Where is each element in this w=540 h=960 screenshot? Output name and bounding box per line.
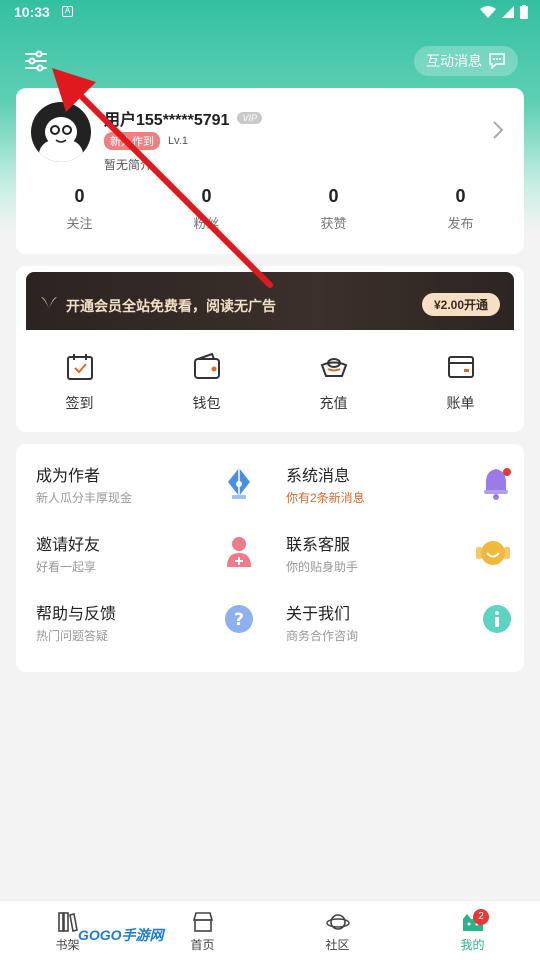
stat-followers[interactable]: 0 粉丝 xyxy=(143,186,270,232)
menu-item-become-author[interactable]: 成为作者 新人瓜分丰厚现金 xyxy=(16,444,266,505)
avatar[interactable] xyxy=(31,102,91,162)
tab-community[interactable]: 社区 xyxy=(270,901,405,960)
user-badges: 新人作到 Lv.1 xyxy=(104,132,188,150)
stat-following[interactable]: 0 关注 xyxy=(16,186,143,232)
checkin-button[interactable]: 签到 xyxy=(16,352,143,413)
vip-tag: VIP xyxy=(237,112,262,124)
username: 用户155*****5791 VIP xyxy=(104,106,262,130)
menu-item-system-messages[interactable]: 系统消息 你有2条新消息 xyxy=(266,444,524,505)
wallet-icon xyxy=(193,352,220,379)
level-badge: Lv.1 xyxy=(168,135,188,147)
calendar-check-icon xyxy=(66,354,93,380)
vip-banner[interactable]: 开通会员全站免费看，阅读无广告 ¥2.00开通 xyxy=(26,272,514,330)
menu-item-invite-friends[interactable]: 邀请好友 好看一起享 xyxy=(16,513,266,574)
tab-mine[interactable]: 2 我的 xyxy=(405,901,540,960)
planet-icon xyxy=(325,914,350,930)
chevron-right-icon[interactable] xyxy=(492,120,504,140)
add-user-icon xyxy=(227,537,251,567)
vip-leaf-icon xyxy=(41,297,57,309)
svg-text:?: ? xyxy=(234,610,244,630)
info-icon xyxy=(483,605,511,633)
ingot-icon xyxy=(320,358,347,377)
chat-bubble-icon xyxy=(489,53,505,69)
vip-promo-text: 开通会员全站免费看，阅读无广告 xyxy=(66,298,276,314)
notification-icon: A xyxy=(62,6,73,17)
settings-filter-button[interactable] xyxy=(22,47,50,75)
menu-item-about-us[interactable]: 关于我们 商务合作咨询 xyxy=(266,582,524,643)
vip-open-button[interactable]: ¥2.00开通 xyxy=(421,293,500,316)
sliders-icon xyxy=(25,50,47,72)
username-text: 用户155*****5791 xyxy=(104,112,230,129)
wifi-icon xyxy=(480,6,496,18)
card-icon xyxy=(447,356,474,378)
bookshelf-icon xyxy=(57,912,78,932)
profile-stats: 0 关注 0 粉丝 0 获赞 0 发布 xyxy=(16,186,524,232)
newbie-badge: 新人作到 xyxy=(104,132,160,150)
status-bar: 10:33 A xyxy=(0,0,540,26)
interaction-message-button[interactable]: 互动消息 xyxy=(414,46,518,76)
system-icons xyxy=(480,5,528,19)
signal-icon xyxy=(502,6,514,18)
bill-button[interactable]: 账单 xyxy=(397,352,524,413)
menu-item-customer-service[interactable]: 联系客服 你的贴身助手 xyxy=(266,513,524,574)
question-icon: ? xyxy=(225,605,253,633)
profile-card[interactable]: 用户155*****5791 VIP 新人作到 Lv.1 暂无简介 0 关注 0粉… xyxy=(16,88,524,254)
tab-mine-badge: 2 xyxy=(473,909,489,925)
menu-item-help-feedback[interactable]: 帮助与反馈 热门问题答疑 ? xyxy=(16,582,266,643)
vip-quick-card: 开通会员全站免费看，阅读无广告 ¥2.00开通 签到 钱包 充值 账单 xyxy=(16,266,524,432)
pen-nib-icon xyxy=(228,468,250,499)
watermark-logo: GOGO手游网 xyxy=(78,927,164,943)
wallet-button[interactable]: 钱包 xyxy=(143,352,270,413)
message-label: 互动消息 xyxy=(426,53,482,69)
store-icon xyxy=(192,912,213,932)
headset-icon xyxy=(476,541,510,565)
bell-icon xyxy=(484,468,511,500)
battery-icon xyxy=(520,5,528,19)
service-menu-card: 成为作者 新人瓜分丰厚现金 系统消息 你有2条新消息 邀请好友 好看一起享 联系客服你… xyxy=(16,444,524,672)
stat-posts[interactable]: 0 发布 xyxy=(397,186,524,232)
clock: 10:33 xyxy=(14,4,50,20)
quick-actions: 签到 钱包 充值 账单 xyxy=(16,352,524,413)
user-bio: 暂无简介 xyxy=(104,158,153,172)
stat-likes[interactable]: 0 获赞 xyxy=(270,186,397,232)
recharge-button[interactable]: 充值 xyxy=(270,352,397,413)
